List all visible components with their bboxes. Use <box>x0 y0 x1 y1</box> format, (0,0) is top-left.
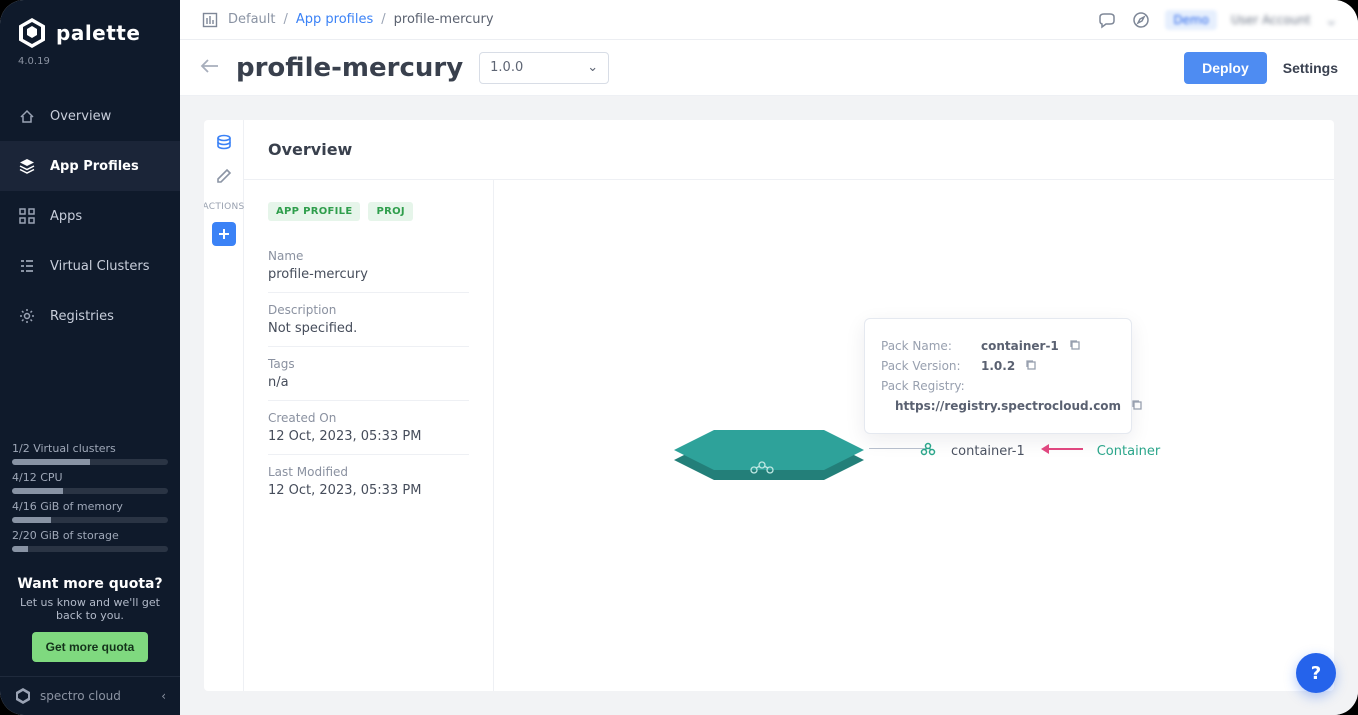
section-heading: Overview <box>244 120 1334 180</box>
sidebar-item-label: Registries <box>50 309 114 324</box>
sidebar-item-label: App Profiles <box>50 159 139 174</box>
crumb-app-profiles[interactable]: App profiles <box>296 12 373 27</box>
sidebar-item-virtual-clusters[interactable]: Virtual Clusters <box>0 241 180 291</box>
version-value: 1.0.0 <box>490 60 523 75</box>
sidebar: palette 4.0.19 Overview App Profiles App… <box>0 0 180 715</box>
field-value: n/a <box>268 375 469 390</box>
quota-promo: Want more quota? Let us know and we'll g… <box>0 562 180 676</box>
quota-usage: 1/2 Virtual clusters 4/12 CPU 4/16 GiB o… <box>0 426 180 562</box>
copy-icon[interactable] <box>1131 399 1143 413</box>
palette-logo-icon <box>18 18 46 48</box>
quota-label: 4/12 CPU <box>12 471 63 484</box>
footer-label: spectro cloud <box>40 689 121 703</box>
topbar: Default / App profiles / profile-mercury… <box>180 0 1358 40</box>
layer-tooltip: Pack Name: container-1 Pack Version: 1.0.2… <box>864 318 1132 434</box>
layer-link[interactable]: container-1 Container <box>919 440 1160 462</box>
sidebar-item-apps[interactable]: Apps <box>0 191 180 241</box>
sidebar-item-label: Virtual Clusters <box>50 259 150 274</box>
chevron-down-icon[interactable]: ⌄ <box>1325 10 1338 29</box>
primary-nav: Overview App Profiles Apps Virtual Clust… <box>0 91 180 341</box>
sidebar-item-app-profiles[interactable]: App Profiles <box>0 141 180 191</box>
layer-type: Container <box>1097 444 1161 459</box>
arrow-left-icon <box>1039 443 1083 459</box>
layer-hexagon[interactable] <box>654 410 884 480</box>
rail-actions-label: ACTIONS <box>204 202 245 212</box>
content: ACTIONS Overview APP PROFILE PROJ Name pr… <box>180 96 1358 715</box>
main-area: Default / App profiles / profile-mercury… <box>180 0 1358 715</box>
deploy-button[interactable]: Deploy <box>1184 52 1267 84</box>
tip-value: container-1 <box>981 339 1059 353</box>
copy-icon[interactable] <box>1069 339 1083 353</box>
tag-app-profile: APP PROFILE <box>268 202 360 221</box>
field-value: Not specified. <box>268 321 469 336</box>
sidebar-footer[interactable]: spectro cloud ‹ <box>0 676 180 715</box>
rail-edit-button[interactable] <box>212 164 236 188</box>
spectro-icon <box>14 687 32 705</box>
rail-overview-button[interactable] <box>212 130 236 154</box>
sidebar-item-label: Overview <box>50 109 111 124</box>
tag-proj: PROJ <box>368 202 412 221</box>
user-menu[interactable]: User Account <box>1231 13 1311 27</box>
chevron-down-icon: ⌄ <box>587 60 598 75</box>
dashboard-icon <box>18 107 36 125</box>
page-title: profile-mercury <box>236 53 463 83</box>
quota-label: 1/2 Virtual clusters <box>12 442 116 455</box>
settings-button[interactable]: Settings <box>1283 60 1338 76</box>
project-selector[interactable]: Default <box>228 12 276 27</box>
page-header: profile-mercury 1.0.0 ⌄ Deploy Settings <box>180 40 1358 96</box>
brand-name: palette <box>56 21 140 45</box>
crumb-sep: / <box>284 12 288 27</box>
tip-key: Pack Version: <box>881 359 971 373</box>
list-icon <box>18 257 36 275</box>
project-icon[interactable] <box>200 10 220 30</box>
breadcrumb: Default / App profiles / profile-mercury <box>200 10 494 30</box>
back-button[interactable] <box>200 58 220 77</box>
grid-icon <box>18 207 36 225</box>
field-value: 12 Oct, 2023, 05:33 PM <box>268 483 469 498</box>
field-value: 12 Oct, 2023, 05:33 PM <box>268 429 469 444</box>
tip-key: Pack Registry: <box>881 379 971 393</box>
brand-logo[interactable]: palette <box>0 18 180 54</box>
help-button[interactable]: ? <box>1296 653 1336 693</box>
layer-name: container-1 <box>951 444 1025 459</box>
tip-value: https://registry.spectrocloud.com <box>895 399 1121 413</box>
get-more-quota-button[interactable]: Get more quota <box>32 632 149 662</box>
quota-label: 4/16 GiB of memory <box>12 500 123 513</box>
layer-canvas: Pack Name: container-1 Pack Version: 1.0.2… <box>494 180 1334 691</box>
promo-text: Let us know and we'll get back to you. <box>16 596 164 622</box>
chevron-left-icon[interactable]: ‹ <box>161 689 166 703</box>
profile-info: APP PROFILE PROJ Name profile-mercury Des… <box>244 180 494 691</box>
field-label: Last Modified <box>268 465 469 479</box>
rail-add-button[interactable] <box>212 222 236 246</box>
field-label: Created On <box>268 411 469 425</box>
sidebar-item-label: Apps <box>50 209 82 224</box>
layers-icon <box>18 157 36 175</box>
panel: ACTIONS Overview APP PROFILE PROJ Name pr… <box>204 120 1334 691</box>
side-rail: ACTIONS <box>204 120 244 691</box>
chat-icon[interactable] <box>1097 10 1117 30</box>
field-value: profile-mercury <box>268 267 469 282</box>
sidebar-item-registries[interactable]: Registries <box>0 291 180 341</box>
quota-label: 2/20 GiB of storage <box>12 529 119 542</box>
copy-icon[interactable] <box>1025 359 1039 373</box>
field-label: Name <box>268 249 469 263</box>
compass-icon[interactable] <box>1131 10 1151 30</box>
crumb-current: profile-mercury <box>394 12 494 27</box>
tenant-badge[interactable]: Demo <box>1165 10 1217 30</box>
profile-version-select[interactable]: 1.0.0 ⌄ <box>479 52 609 84</box>
tip-value: 1.0.2 <box>981 359 1015 373</box>
field-label: Tags <box>268 357 469 371</box>
crumb-sep: / <box>381 12 385 27</box>
gear-icon <box>18 307 36 325</box>
promo-title: Want more quota? <box>16 576 164 592</box>
container-icon <box>919 440 937 462</box>
field-label: Description <box>268 303 469 317</box>
app-version: 4.0.19 <box>0 54 180 85</box>
tip-key: Pack Name: <box>881 339 971 353</box>
sidebar-item-overview[interactable]: Overview <box>0 91 180 141</box>
